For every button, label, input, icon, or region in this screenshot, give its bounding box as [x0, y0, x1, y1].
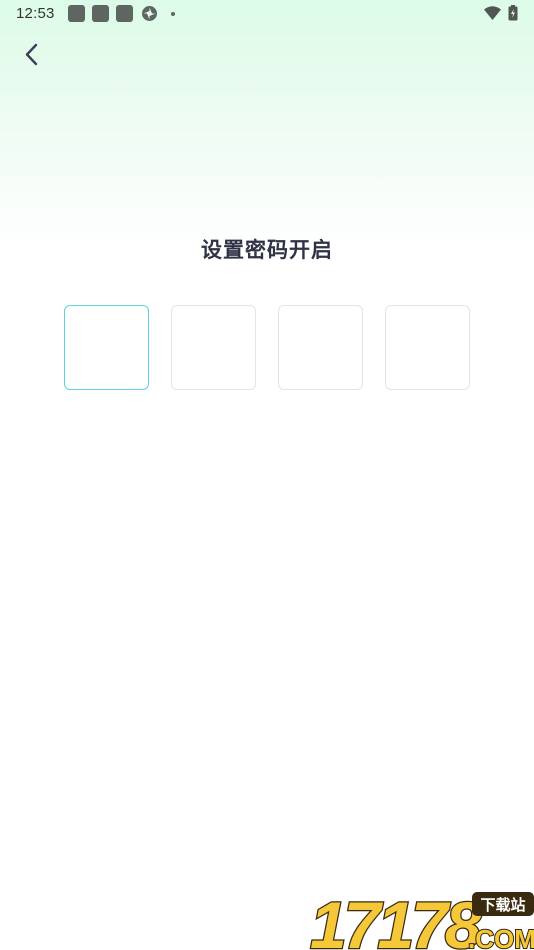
watermark-number: 17178 — [310, 888, 482, 950]
status-bar: 12:53 — [0, 0, 534, 28]
wifi-icon — [484, 6, 501, 20]
pin-digit-box-3[interactable] — [278, 305, 363, 390]
app-notification-icon — [116, 5, 133, 22]
watermark-tag: 下载站 — [480, 896, 525, 914]
pin-digit-box-1[interactable] — [64, 305, 149, 390]
chevron-left-icon — [25, 43, 38, 66]
back-button[interactable] — [18, 38, 48, 72]
pin-digit-box-2[interactable] — [171, 305, 256, 390]
app-notification-icon — [68, 5, 85, 22]
pin-digit-box-4[interactable] — [385, 305, 470, 390]
status-time: 12:53 — [16, 5, 55, 22]
watermark-domain: .COM — [468, 924, 534, 950]
watermark-logo: 17178 下载站 .COM — [309, 888, 534, 950]
app-notification-icon — [92, 5, 109, 22]
battery-charging-icon — [508, 5, 518, 21]
pin-input[interactable] — [64, 305, 470, 390]
dot-icon — [171, 12, 175, 16]
shield-icon — [142, 6, 157, 21]
page-title: 设置密码开启 — [201, 238, 333, 262]
